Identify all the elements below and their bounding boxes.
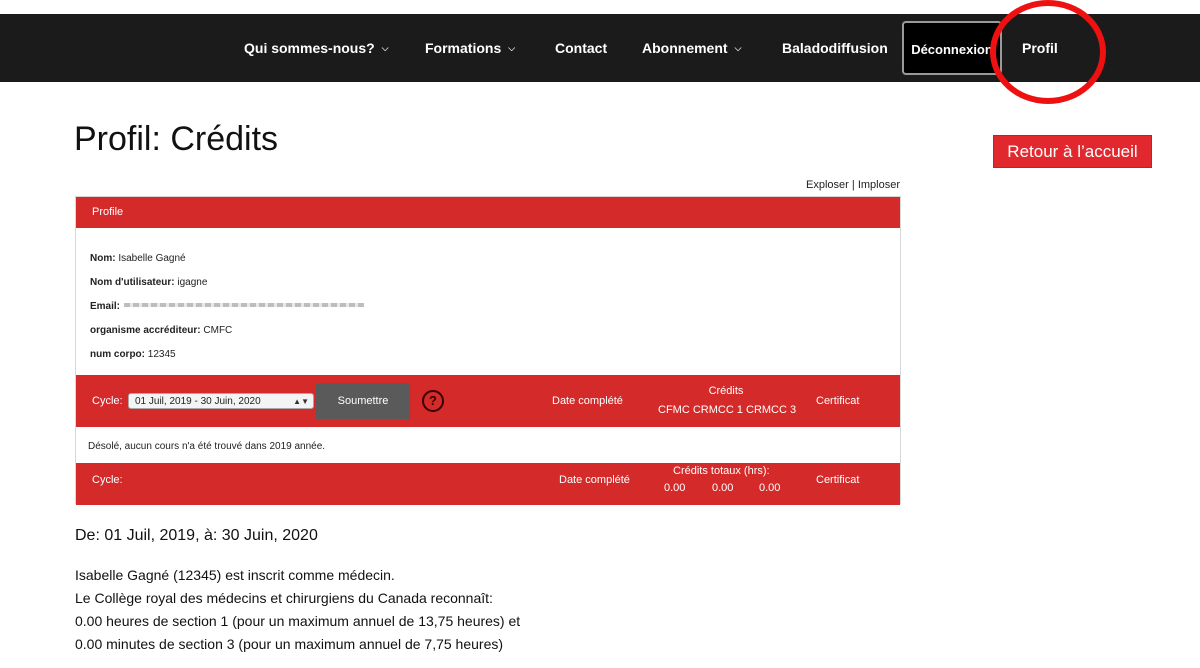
cycle-filter-bar: Cycle: 01 Juil, 2019 - 30 Juin, 2020 ▲▼ … <box>76 375 900 427</box>
total-credits-crmcc3: 0.00 <box>759 482 781 494</box>
expand-collapse-links: Exploser | Imploser <box>700 179 900 191</box>
totals-bar: Cycle: Date complété Crédits totaux (hrs… <box>76 463 900 505</box>
cycle-select-value: 01 Juil, 2019 - 30 Juin, 2020 <box>135 396 261 407</box>
field-value: igagne <box>177 277 208 288</box>
field-value: CMFC <box>203 325 233 336</box>
nav-label: Baladodiffusion <box>782 40 888 56</box>
field-value: 12345 <box>147 349 176 360</box>
certificate-header: Certificat <box>816 395 860 407</box>
nav-label: Contact <box>555 40 608 56</box>
profile-name-row: Nom: Isabelle Gagné <box>90 253 186 264</box>
credits-header: Crédits <box>708 385 744 397</box>
profile-email-row: Email: <box>90 301 365 312</box>
profile-panel: Profile Nom: Isabelle Gagné Nom d'utilis… <box>75 196 901 505</box>
chevron-down-icon: ⌵ <box>734 43 742 53</box>
summary-line: 0.00 minutes de section 3 (pour un maxim… <box>75 636 504 652</box>
total-credits-crmcc1: 0.00 <box>712 482 734 494</box>
page-title: Profil: Crédits <box>74 120 279 158</box>
date-completed-header: Date complété <box>559 474 630 486</box>
nav-item-formations[interactable]: Formations ⌵ <box>425 14 515 82</box>
field-label: num corpo: <box>90 349 145 360</box>
credits-columns-header: CFMC CRMCC 1 CRMCC 3 <box>658 404 797 416</box>
cycle-label: Cycle: <box>92 395 123 407</box>
link-separator: | <box>851 179 855 191</box>
chevron-down-icon: ⌵ <box>381 43 389 53</box>
field-value: Isabelle Gagné <box>118 253 186 264</box>
nav-item-contact[interactable]: Contact <box>555 14 607 82</box>
cycle-select[interactable]: 01 Juil, 2019 - 30 Juin, 2020 ▲▼ <box>128 393 314 409</box>
total-credits-header: Crédits totaux (hrs): <box>673 465 770 477</box>
nav-label: Abonnement <box>642 40 728 56</box>
back-to-home-button[interactable]: Retour à l’accueil <box>994 136 1151 167</box>
explode-link[interactable]: Exploser <box>806 179 849 191</box>
profile-username-row: Nom d'utilisateur: igagne <box>90 277 207 288</box>
summary-line: Isabelle Gagné (12345) est inscrit comme… <box>75 567 395 583</box>
nav-item-profil[interactable]: Profil <box>1022 14 1058 82</box>
profile-accreditor-row: organisme accréditeur: CMFC <box>90 325 232 336</box>
implode-link[interactable]: Imploser <box>858 179 900 191</box>
summary-line: Le Collège royal des médecins et chirurg… <box>75 590 493 606</box>
help-icon[interactable]: ? <box>422 390 444 412</box>
chevron-down-icon: ⌵ <box>508 43 516 53</box>
summary-line: 0.00 heures de section 1 (pour un maximu… <box>75 613 521 629</box>
nav-label: Qui sommes-nous? <box>244 40 375 56</box>
field-label: organisme accréditeur: <box>90 325 201 336</box>
nav-label: Formations <box>425 40 502 56</box>
select-arrows-icon: ▲▼ <box>293 397 309 406</box>
panel-header: Profile <box>76 197 900 228</box>
field-label: Email: <box>90 301 121 312</box>
field-label: Nom: <box>90 253 116 264</box>
nav-item-baladodiffusion[interactable]: Baladodiffusion <box>782 14 888 82</box>
submit-button[interactable]: Soumettre <box>316 383 410 419</box>
total-credits-cfmc: 0.00 <box>664 482 686 494</box>
profile-corpo-row: num corpo: 12345 <box>90 349 176 360</box>
empty-results-message: Désolé, aucun cours n'a été trouvé dans … <box>88 441 326 452</box>
top-navigation: Qui sommes-nous? ⌵ Formations ⌵ Contact Ab… <box>0 14 1200 82</box>
summary-title: De: 01 Juil, 2019, à: 30 Juin, 2020 <box>75 527 318 544</box>
nav-item-qui-sommes-nous[interactable]: Qui sommes-nous? ⌵ <box>244 14 389 82</box>
field-label: Nom d'utilisateur: <box>90 277 175 288</box>
nav-item-abonnement[interactable]: Abonnement ⌵ <box>642 14 741 82</box>
redacted-email <box>124 303 365 307</box>
logout-button[interactable]: Déconnexion <box>902 21 1002 75</box>
certificate-header: Certificat <box>816 474 860 486</box>
cycle-label: Cycle: <box>92 474 123 486</box>
date-completed-header: Date complété <box>552 395 623 407</box>
